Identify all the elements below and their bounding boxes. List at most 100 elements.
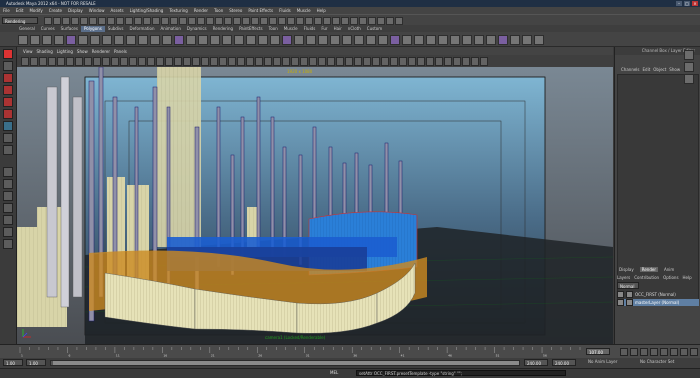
viewport-toolbar-icon[interactable] <box>165 56 173 66</box>
viewport-toolbar-icon[interactable] <box>399 56 407 66</box>
status-line-tool-icon[interactable] <box>341 17 349 25</box>
status-line-tool-icon[interactable] <box>161 17 169 25</box>
shelf-tool-icon[interactable] <box>510 35 520 45</box>
layer-menu-contribution[interactable]: Contribution <box>634 275 659 280</box>
layout-persp-graph-icon[interactable] <box>3 203 13 213</box>
viewport-toolbar-icon[interactable] <box>147 56 155 66</box>
minimize-icon[interactable]: – <box>676 1 682 6</box>
shelf-tool-icon[interactable] <box>90 35 100 45</box>
shelf-tool-icon[interactable] <box>390 35 400 45</box>
character-set-label[interactable]: No Character Set <box>640 359 674 364</box>
shelf-tab-subdivs[interactable]: Subdivs <box>105 26 127 32</box>
viewport-toolbar-icon[interactable] <box>462 56 470 66</box>
current-frame-field[interactable]: 107.00 <box>586 348 610 355</box>
shelf-tool-icon[interactable] <box>366 35 376 45</box>
shelf-tool-icon[interactable] <box>306 35 316 45</box>
viewport-menu-view[interactable]: View <box>21 49 35 54</box>
viewport-toolbar-icon[interactable] <box>39 56 47 66</box>
status-line-tool-icon[interactable] <box>224 17 232 25</box>
status-line-tool-icon[interactable] <box>251 17 259 25</box>
menu-item-display[interactable]: Display <box>65 8 86 13</box>
viewport-toolbar-icon[interactable] <box>318 56 326 66</box>
shelf-tool-icon[interactable] <box>78 35 88 45</box>
viewport-toolbar-icon[interactable] <box>282 56 290 66</box>
step-back-frame-icon[interactable] <box>640 348 648 356</box>
shelf-tool-icon[interactable] <box>378 35 388 45</box>
shelf-tool-icon[interactable] <box>42 35 52 45</box>
shelf-tool-icon[interactable] <box>354 35 364 45</box>
viewport-toolbar-icon[interactable] <box>246 56 254 66</box>
attribute-editor-toggle-icon[interactable] <box>684 62 694 72</box>
shelf-tab-general[interactable]: General <box>16 26 38 32</box>
shelf-tool-icon[interactable] <box>450 35 460 45</box>
viewport-menu-renderer[interactable]: Renderer <box>90 49 112 54</box>
viewport-toolbar-icon[interactable] <box>111 56 119 66</box>
scene-view[interactable] <box>17 67 613 344</box>
viewport-toolbar-icon[interactable] <box>210 56 218 66</box>
status-line-tool-icon[interactable] <box>278 17 286 25</box>
menu-item-fluids[interactable]: Fluids <box>276 8 294 13</box>
shelf-tool-icon[interactable] <box>162 35 172 45</box>
layer-tab-display[interactable]: Display <box>617 267 636 272</box>
status-line-tool-icon[interactable] <box>53 17 61 25</box>
shelf-tab-ncloth[interactable]: nCloth <box>345 26 364 32</box>
shelf-tool-icon[interactable] <box>246 35 256 45</box>
shelf-tool-icon[interactable] <box>486 35 496 45</box>
menu-item-window[interactable]: Window <box>86 8 108 13</box>
shelf-tool-icon[interactable] <box>534 35 544 45</box>
step-forward-key-icon[interactable] <box>680 348 688 356</box>
status-line-tool-icon[interactable] <box>80 17 88 25</box>
manipulator-tool-icon[interactable] <box>3 121 13 131</box>
status-line-tool-icon[interactable] <box>314 17 322 25</box>
status-line-tool-icon[interactable] <box>143 17 151 25</box>
select-tool-icon[interactable] <box>3 49 13 59</box>
close-icon[interactable]: × <box>692 1 698 6</box>
layer-menu-help[interactable]: Help <box>683 275 692 280</box>
viewport-toolbar-icon[interactable] <box>426 56 434 66</box>
anim-layer-label[interactable]: No Anim Layer <box>588 359 617 364</box>
viewport-toolbar-icon[interactable] <box>75 56 83 66</box>
viewport-toolbar-icon[interactable] <box>219 56 227 66</box>
shelf-tab-rendering[interactable]: Rendering <box>210 26 236 32</box>
viewport-menu-panels[interactable]: Panels <box>112 49 129 54</box>
viewport-toolbar-icon[interactable] <box>372 56 380 66</box>
viewport-toolbar-icon[interactable] <box>156 56 164 66</box>
channel-box-menu-object[interactable]: Object <box>653 67 666 74</box>
layout-outliner-icon[interactable] <box>3 215 13 225</box>
viewport-toolbar-icon[interactable] <box>435 56 443 66</box>
status-line-tool-icon[interactable] <box>152 17 160 25</box>
viewport-toolbar-icon[interactable] <box>327 56 335 66</box>
viewport-toolbar-icon[interactable] <box>291 56 299 66</box>
menu-item-modify[interactable]: Modify <box>26 8 45 13</box>
status-line-tool-icon[interactable] <box>134 17 142 25</box>
viewport-toolbar-icon[interactable] <box>66 56 74 66</box>
go-to-start-icon[interactable] <box>620 348 628 356</box>
shelf-tab-fur[interactable]: Fur <box>318 26 330 32</box>
menu-item-muscle[interactable]: Muscle <box>294 8 314 13</box>
status-line-tool-icon[interactable] <box>125 17 133 25</box>
range-thumb[interactable] <box>53 361 519 365</box>
viewport-toolbar-icon[interactable] <box>84 56 92 66</box>
menu-item-paint-effects[interactable]: Paint Effects <box>245 8 276 13</box>
shelf-tool-icon[interactable] <box>294 35 304 45</box>
shelf-tool-icon[interactable] <box>462 35 472 45</box>
viewport-toolbar-icon[interactable] <box>264 56 272 66</box>
shelf-tool-icon[interactable] <box>258 35 268 45</box>
shelf-tab-hair[interactable]: Hair <box>331 26 345 32</box>
menu-item-lighting-shading[interactable]: Lighting/Shading <box>127 8 167 13</box>
shelf-tool-icon[interactable] <box>438 35 448 45</box>
play-forwards-icon[interactable] <box>660 348 668 356</box>
layer-render-icon[interactable] <box>626 291 633 298</box>
status-line-tool-icon[interactable] <box>233 17 241 25</box>
shelf-tab-deformation[interactable]: Deformation <box>127 26 158 32</box>
menu-item-toon[interactable]: Toon <box>211 8 226 13</box>
viewport-toolbar-icon[interactable] <box>102 56 110 66</box>
layout-four-icon[interactable] <box>3 179 13 189</box>
viewport-toolbar-icon[interactable] <box>444 56 452 66</box>
status-line-tool-icon[interactable] <box>44 17 52 25</box>
shelf-tool-icon[interactable] <box>318 35 328 45</box>
maximize-icon[interactable]: □ <box>684 1 690 6</box>
shelf-tool-icon[interactable] <box>126 35 136 45</box>
channel-box-menu-show[interactable]: Show <box>669 67 680 74</box>
shelf-tool-icon[interactable] <box>18 35 28 45</box>
